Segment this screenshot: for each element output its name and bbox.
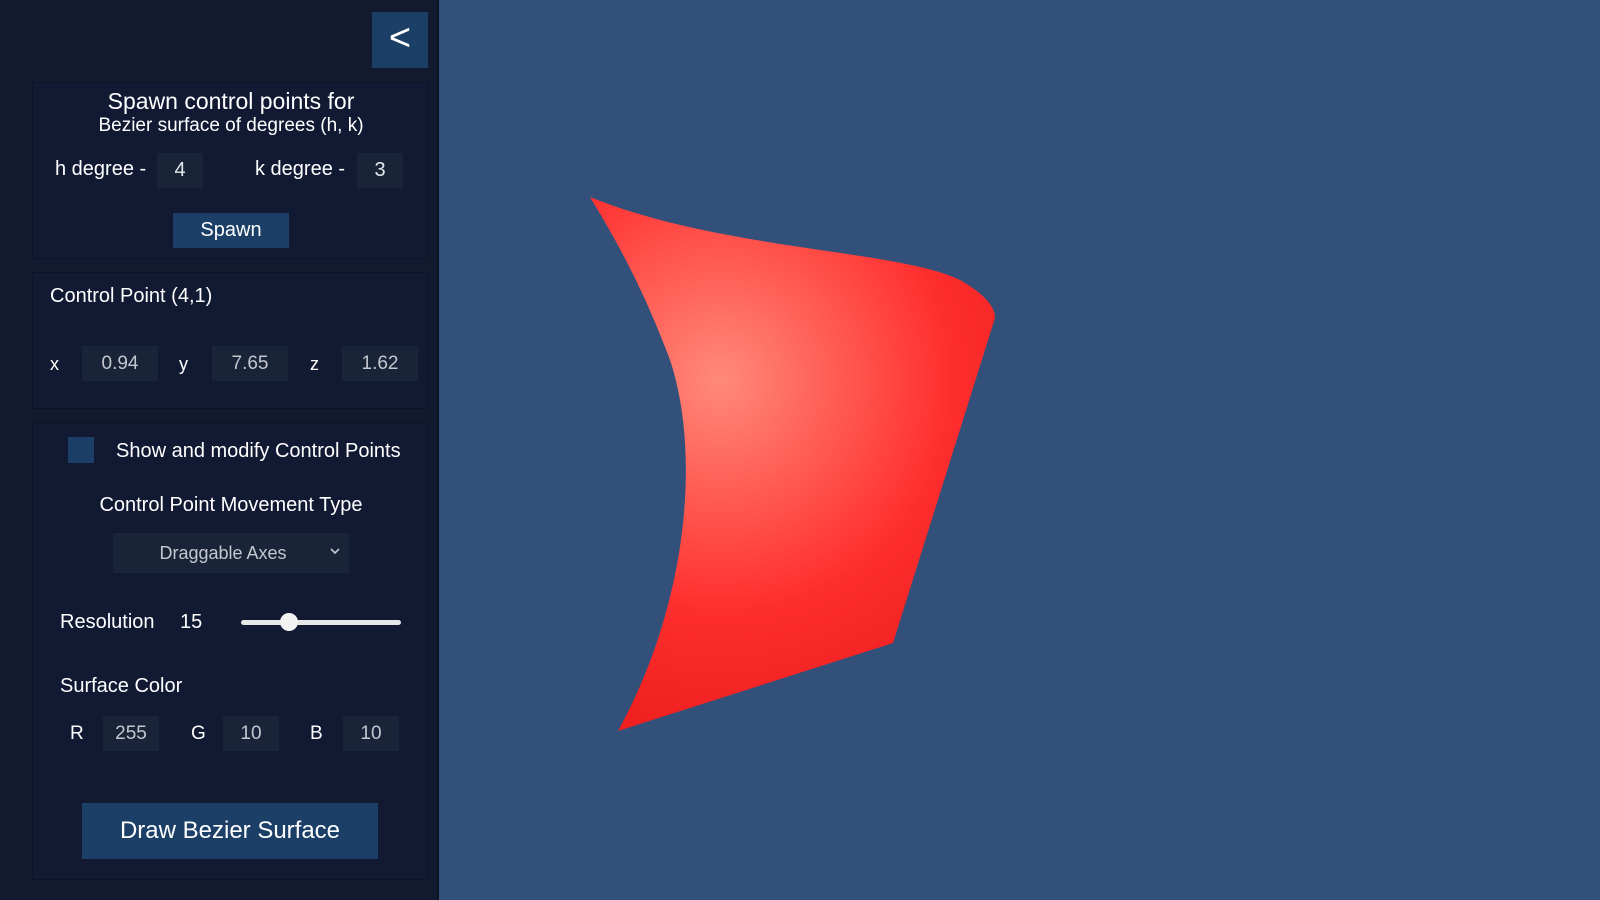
b-input[interactable]: 10 xyxy=(343,716,399,751)
show-control-points-label: Show and modify Control Points xyxy=(116,440,401,462)
spawn-subtitle: Bezier surface of degrees (h, k) xyxy=(98,115,364,136)
resolution-value: 15 xyxy=(180,611,203,633)
z-input[interactable]: 1.62 xyxy=(342,346,418,381)
z-label: z xyxy=(310,354,319,374)
y-input[interactable]: 7.65 xyxy=(212,346,288,381)
resolution-slider[interactable] xyxy=(241,609,401,635)
draw-bezier-surface-button[interactable]: Draw Bezier Surface xyxy=(82,803,378,859)
chevron-down-icon xyxy=(329,544,341,556)
r-label: R xyxy=(70,723,84,744)
b-label: B xyxy=(310,723,323,744)
spawn-title: Spawn control points for xyxy=(107,88,355,114)
bezier-surface xyxy=(590,197,995,731)
surface-color-title: Surface Color xyxy=(60,675,183,697)
h-degree-label: h degree - xyxy=(55,158,147,180)
resolution-label: Resolution xyxy=(60,611,155,633)
k-degree-label: k degree - xyxy=(255,158,346,180)
k-degree-input[interactable]: 3 xyxy=(357,153,403,188)
show-control-points-checkbox[interactable] xyxy=(68,437,94,463)
control-point-title: Control Point (4,1) xyxy=(50,285,213,307)
movement-type-title: Control Point Movement Type xyxy=(99,494,363,516)
g-input[interactable]: 10 xyxy=(223,716,279,751)
y-label: y xyxy=(179,354,188,374)
slider-track xyxy=(241,620,401,625)
spawn-button[interactable]: Spawn xyxy=(173,213,289,248)
control-point-section: Control Point (4,1) x 0.94 y 7.65 z 1.62 xyxy=(32,272,428,409)
x-input[interactable]: 0.94 xyxy=(82,346,158,381)
r-input[interactable]: 255 xyxy=(103,716,159,751)
collapse-panel-button[interactable]: < xyxy=(372,12,428,68)
settings-panel: < Spawn control points for Bezier surfac… xyxy=(0,0,439,900)
surface-options-section: Show and modify Control Points Control P… xyxy=(32,422,428,880)
spawn-section: Spawn control points for Bezier surface … xyxy=(32,82,428,259)
movement-type-value: Draggable Axes xyxy=(159,543,287,563)
g-label: G xyxy=(191,723,206,744)
slider-handle[interactable] xyxy=(280,613,298,631)
h-degree-input[interactable]: 4 xyxy=(157,153,203,188)
movement-type-dropdown[interactable]: Draggable Axes xyxy=(113,533,349,573)
x-label: x xyxy=(50,354,59,374)
